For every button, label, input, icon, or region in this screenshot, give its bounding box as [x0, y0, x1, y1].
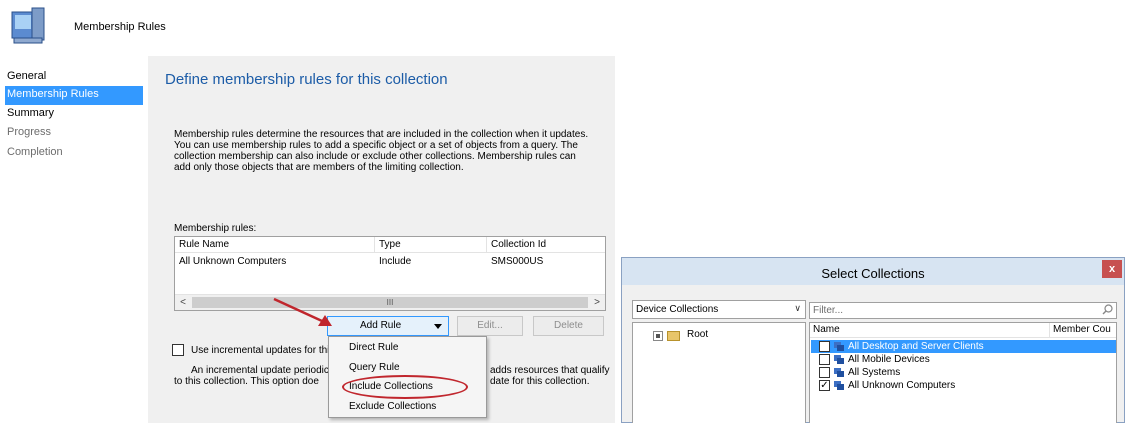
- rule-type-cell[interactable]: Include: [379, 256, 411, 267]
- collection-checkbox[interactable]: [819, 354, 830, 365]
- dialog-title: Select Collections: [821, 266, 925, 281]
- header-title: Membership Rules: [74, 21, 166, 33]
- filter-placeholder: Filter...: [813, 305, 844, 316]
- incremental-desc-right-1: adds resources that qualify: [490, 365, 610, 376]
- collection-name: All Desktop and Server Clients: [848, 341, 984, 352]
- collection-name: All Unknown Computers: [848, 380, 956, 391]
- search-icon[interactable]: [1102, 304, 1113, 315]
- rule-collection-id-cell[interactable]: SMS000US: [491, 256, 543, 267]
- column-header-collection-id[interactable]: Collection Id: [487, 237, 605, 253]
- computer-icon: [11, 7, 45, 44]
- scroll-right-icon[interactable]: >: [589, 295, 605, 310]
- scroll-left-icon[interactable]: <: [175, 295, 191, 310]
- delete-button[interactable]: Delete: [533, 316, 604, 336]
- nav-item-membership-rules[interactable]: Membership Rules: [5, 86, 143, 105]
- collection-icon: [834, 355, 844, 364]
- wizard-nav: General Membership Rules Summary Progres…: [0, 62, 148, 423]
- collection-type-select[interactable]: Device Collections ∨: [632, 300, 806, 319]
- collection-checkbox[interactable]: [819, 367, 830, 378]
- collection-tree[interactable]: Root: [632, 322, 806, 423]
- annotation-highlight-ellipse: [342, 375, 468, 399]
- horizontal-scrollbar[interactable]: < III >: [175, 294, 605, 310]
- rule-name-cell[interactable]: All Unknown Computers: [179, 256, 286, 267]
- chevron-down-icon: [434, 324, 442, 329]
- collection-icon: [834, 381, 844, 390]
- select-collections-dialog: Select Collections x Device Collections …: [621, 257, 1125, 423]
- collections-list[interactable]: Name Member Cou All Desktop and Server C…: [809, 322, 1117, 423]
- dialog-titlebar[interactable]: Select Collections x: [622, 258, 1124, 285]
- annotation-arrow: [273, 297, 332, 326]
- wizard-header: Membership Rules: [0, 0, 615, 52]
- list-item[interactable]: All Mobile Devices: [811, 353, 1116, 366]
- nav-item-summary[interactable]: Summary: [5, 105, 143, 124]
- collection-icon: [834, 342, 844, 351]
- menu-item-exclude-collections[interactable]: Exclude Collections: [349, 401, 436, 412]
- incremental-updates-label: Use incremental updates for this c: [191, 345, 343, 356]
- nav-item-progress: Progress: [7, 126, 52, 138]
- page-title: Define membership rules for this collect…: [165, 71, 448, 88]
- list-item[interactable]: ✓ All Unknown Computers: [811, 379, 1116, 392]
- chevron-down-icon: ∨: [794, 303, 801, 313]
- incremental-updates-checkbox[interactable]: [172, 344, 184, 356]
- collection-checkbox[interactable]: ✓: [819, 380, 830, 391]
- description-text: Membership rules determine the resources…: [174, 129, 589, 173]
- tree-node-root[interactable]: Root: [687, 329, 708, 340]
- add-rule-label: Add Rule: [360, 320, 402, 331]
- incremental-desc-line-1: An incremental update periodicall: [191, 365, 339, 376]
- membership-rules-list[interactable]: Rule Name Type Collection Id All Unknown…: [174, 236, 606, 311]
- column-header-member-count[interactable]: Member Cou: [1050, 323, 1116, 338]
- scroll-thumb[interactable]: III: [192, 297, 588, 308]
- close-icon[interactable]: x: [1102, 260, 1122, 278]
- rules-label: Membership rules:: [174, 223, 257, 234]
- nav-item-general[interactable]: General: [5, 68, 143, 87]
- list-item[interactable]: All Desktop and Server Clients: [811, 340, 1116, 353]
- incremental-desc-right-2: date for this collection.: [490, 376, 590, 387]
- column-header-type[interactable]: Type: [375, 237, 487, 253]
- column-header-name[interactable]: Name: [810, 323, 1050, 338]
- collection-name: All Systems: [848, 367, 901, 378]
- collection-name: All Mobile Devices: [848, 354, 930, 365]
- filter-input[interactable]: Filter...: [809, 302, 1117, 319]
- column-header-rule-name[interactable]: Rule Name: [175, 237, 375, 253]
- collection-type-value: Device Collections: [636, 304, 719, 315]
- menu-item-direct-rule[interactable]: Direct Rule: [349, 342, 398, 353]
- add-rule-button[interactable]: Add Rule: [327, 316, 449, 336]
- collection-icon: [834, 368, 844, 377]
- tree-expander-icon[interactable]: [653, 331, 663, 341]
- nav-item-completion: Completion: [7, 146, 63, 158]
- collection-checkbox[interactable]: [819, 341, 830, 352]
- edit-button[interactable]: Edit...: [457, 316, 523, 336]
- list-item[interactable]: All Systems: [811, 366, 1116, 379]
- menu-item-query-rule[interactable]: Query Rule: [349, 362, 400, 373]
- incremental-desc-line-2: to this collection. This option doe: [174, 376, 319, 387]
- folder-icon: [667, 331, 680, 341]
